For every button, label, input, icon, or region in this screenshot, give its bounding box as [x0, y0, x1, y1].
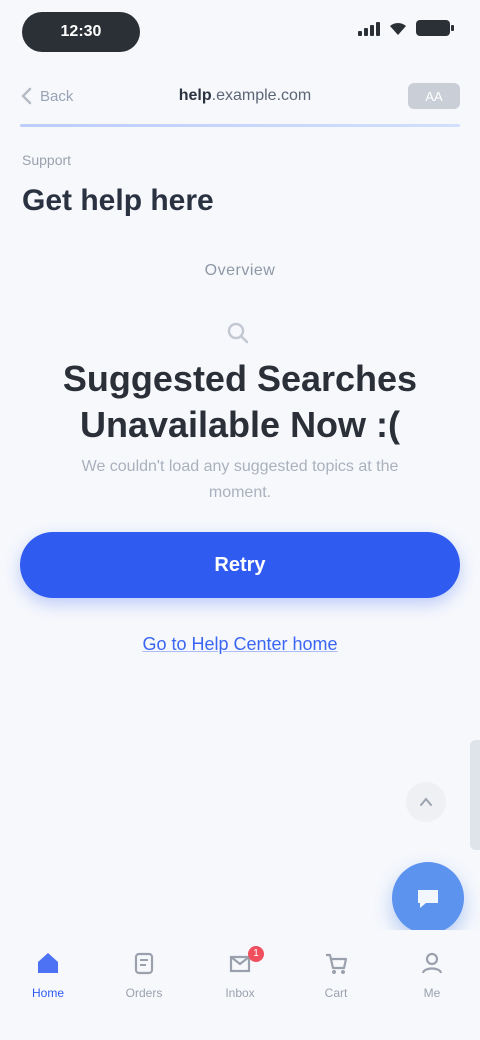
nav-label-inbox: Inbox — [225, 986, 255, 1000]
scroll-top-button[interactable] — [406, 782, 446, 822]
address-bar: Back help.example.com AA — [20, 70, 460, 122]
nav-label-home: Home — [31, 986, 64, 1000]
breadcrumb[interactable]: Support — [22, 152, 71, 168]
subtext-line-1: We couldn't load any suggested topics at… — [81, 458, 399, 475]
nav-item-inbox[interactable]: 1 Inbox — [204, 946, 276, 1000]
help-page: 12:30 Back help.example.com AA Support G… — [0, 0, 480, 1040]
nav-label-me: Me — [423, 986, 441, 1000]
side-drawer-handle[interactable] — [470, 740, 480, 850]
profile-icon — [417, 948, 447, 978]
help-center-link[interactable]: Go to Help Center home — [0, 634, 480, 655]
nav-item-orders[interactable]: Orders — [108, 948, 180, 1000]
chat-icon — [418, 890, 438, 908]
headline-line-1: Suggested Searches — [62, 358, 418, 399]
home-icon — [33, 948, 63, 978]
search-off-icon — [216, 316, 264, 348]
nav-item-home[interactable]: Home — [12, 948, 84, 1000]
nav-item-me[interactable]: Me — [396, 948, 468, 1000]
status-bar: 12:30 — [0, 0, 480, 64]
chevron-up-icon — [420, 797, 432, 806]
chat-fab[interactable] — [392, 862, 464, 934]
wifi-icon — [390, 22, 406, 35]
status-time-pill: 12:30 — [22, 12, 140, 52]
headline-line-2: Unavailable Now :( — [79, 404, 401, 445]
subtext-line-2: moment. — [208, 484, 272, 501]
battery-icon — [416, 20, 454, 36]
empty-state-subtext: We couldn't load any suggested topics at… — [60, 454, 420, 506]
retry-button[interactable]: Retry — [20, 532, 460, 598]
url-field[interactable]: help.example.com — [82, 87, 408, 105]
url-domain: help — [178, 87, 212, 104]
status-icons — [358, 20, 454, 36]
reader-mode-label: AA — [425, 88, 443, 104]
nav-label-cart: Cart — [324, 986, 348, 1000]
reader-mode-button[interactable]: AA — [408, 83, 460, 109]
empty-state-headline: Suggested Searches Unavailable Now :( — [40, 356, 440, 448]
back-button[interactable]: Back — [20, 82, 82, 110]
bottom-nav: Home Orders 1 Inbox Cart Me — [0, 930, 480, 1040]
page-title: Get help here — [22, 184, 214, 217]
status-time: 12:30 — [60, 23, 102, 40]
cart-icon — [321, 948, 351, 978]
orders-icon — [129, 948, 159, 978]
url-path: .example.com — [211, 87, 312, 104]
signal-icon — [358, 20, 380, 36]
back-label: Back — [40, 87, 74, 105]
load-progress-bar — [20, 124, 460, 127]
nav-label-orders: Orders — [125, 986, 163, 1000]
chevron-left-icon — [21, 87, 32, 105]
section-label: Overview — [204, 262, 276, 279]
nav-item-cart[interactable]: Cart — [300, 948, 372, 1000]
inbox-badge: 1 — [248, 946, 264, 962]
